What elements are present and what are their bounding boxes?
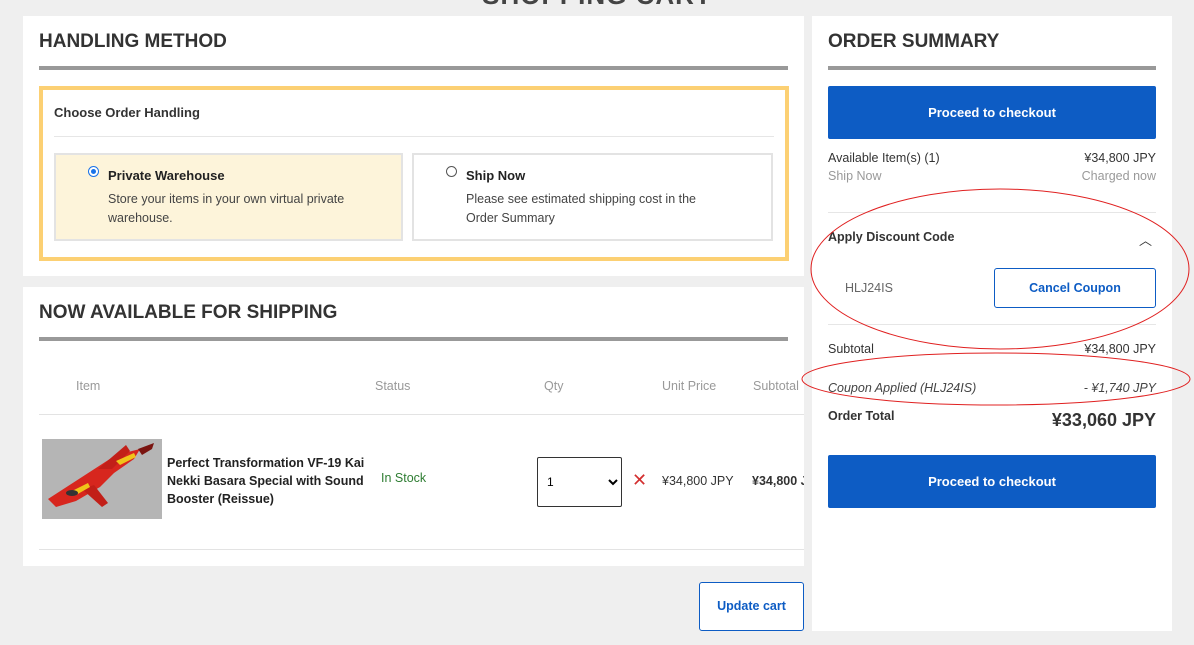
option-ship-now[interactable]: Ship Now Please see estimated shipping c… xyxy=(412,153,773,241)
divider xyxy=(54,136,774,137)
radio-private-warehouse[interactable] xyxy=(88,166,99,177)
available-items-label: Available Item(s) (1) xyxy=(828,151,940,165)
cancel-coupon-button[interactable]: Cancel Coupon xyxy=(994,268,1156,308)
title-rule xyxy=(39,337,788,341)
chevron-up-icon[interactable]: ︿ xyxy=(1139,230,1152,249)
option-description: Please see estimated shipping cost in th… xyxy=(466,192,696,225)
jet-fighter-image xyxy=(42,439,162,519)
row-divider xyxy=(39,414,804,415)
title-rule xyxy=(828,66,1156,70)
page-title: SHOPPING CART xyxy=(0,0,1194,11)
column-header-unit-price: Unit Price xyxy=(662,379,717,393)
close-icon[interactable]: ✕ xyxy=(632,470,647,491)
order-total-label: Order Total xyxy=(828,409,895,423)
order-handling-box: Choose Order Handling Private Warehouse … xyxy=(39,86,789,261)
stock-status: In Stock xyxy=(381,471,427,485)
order-summary-panel: ORDER SUMMARY Proceed to checkout Availa… xyxy=(812,16,1172,631)
row-subtotal: ¥34,800 JPY xyxy=(752,474,804,488)
title-rule xyxy=(39,66,788,70)
apply-discount-toggle[interactable]: Apply Discount Code xyxy=(828,230,954,244)
coupon-applied-value: - ¥1,740 JPY xyxy=(1083,381,1156,395)
coupon-applied-label: Coupon Applied (HLJ24IS) xyxy=(828,381,977,395)
handling-method-panel: HANDLING METHOD Choose Order Handling Pr… xyxy=(23,16,804,276)
unit-price: ¥34,800 JPY xyxy=(662,474,734,488)
order-total-value: ¥33,060 JPY xyxy=(1051,410,1156,430)
column-header-item: Item xyxy=(76,379,101,393)
update-cart-button[interactable]: Update cart xyxy=(699,582,804,631)
shipping-panel: NOW AVAILABLE FOR SHIPPING Item Status Q… xyxy=(23,287,804,566)
ship-now-value: Charged now xyxy=(1081,169,1156,183)
column-header-status: Status xyxy=(375,379,411,393)
handling-title: HANDLING METHOD xyxy=(39,31,227,52)
subtotal-label: Subtotal xyxy=(828,342,874,356)
proceed-to-checkout-button[interactable]: Proceed to checkout xyxy=(828,86,1156,139)
option-name: Ship Now xyxy=(466,168,526,183)
divider xyxy=(828,324,1156,325)
ship-now-label: Ship Now xyxy=(828,169,882,183)
column-header-qty: Qty xyxy=(544,379,564,393)
quantity-select[interactable]: 1 xyxy=(537,457,622,507)
shipping-title: NOW AVAILABLE FOR SHIPPING xyxy=(39,302,338,323)
available-items-value: ¥34,800 JPY xyxy=(1084,151,1156,165)
summary-title: ORDER SUMMARY xyxy=(828,31,1000,52)
divider xyxy=(828,212,1156,213)
product-name-link[interactable]: Perfect Transformation VF-19 Kai Nekki B… xyxy=(167,454,367,508)
option-private-warehouse[interactable]: Private Warehouse Store your items in yo… xyxy=(54,153,403,241)
row-divider xyxy=(39,549,804,550)
option-name: Private Warehouse xyxy=(108,168,225,183)
subtotal-value: ¥34,800 JPY xyxy=(1084,342,1156,356)
radio-ship-now[interactable] xyxy=(446,166,457,177)
choose-handling-label: Choose Order Handling xyxy=(54,105,200,120)
column-header-subtotal: Subtotal xyxy=(753,379,799,393)
coupon-code-field[interactable]: HLJ24IS xyxy=(845,281,893,295)
product-thumbnail[interactable] xyxy=(42,439,162,519)
option-description: Store your items in your own virtual pri… xyxy=(108,192,345,225)
proceed-to-checkout-button-bottom[interactable]: Proceed to checkout xyxy=(828,455,1156,508)
